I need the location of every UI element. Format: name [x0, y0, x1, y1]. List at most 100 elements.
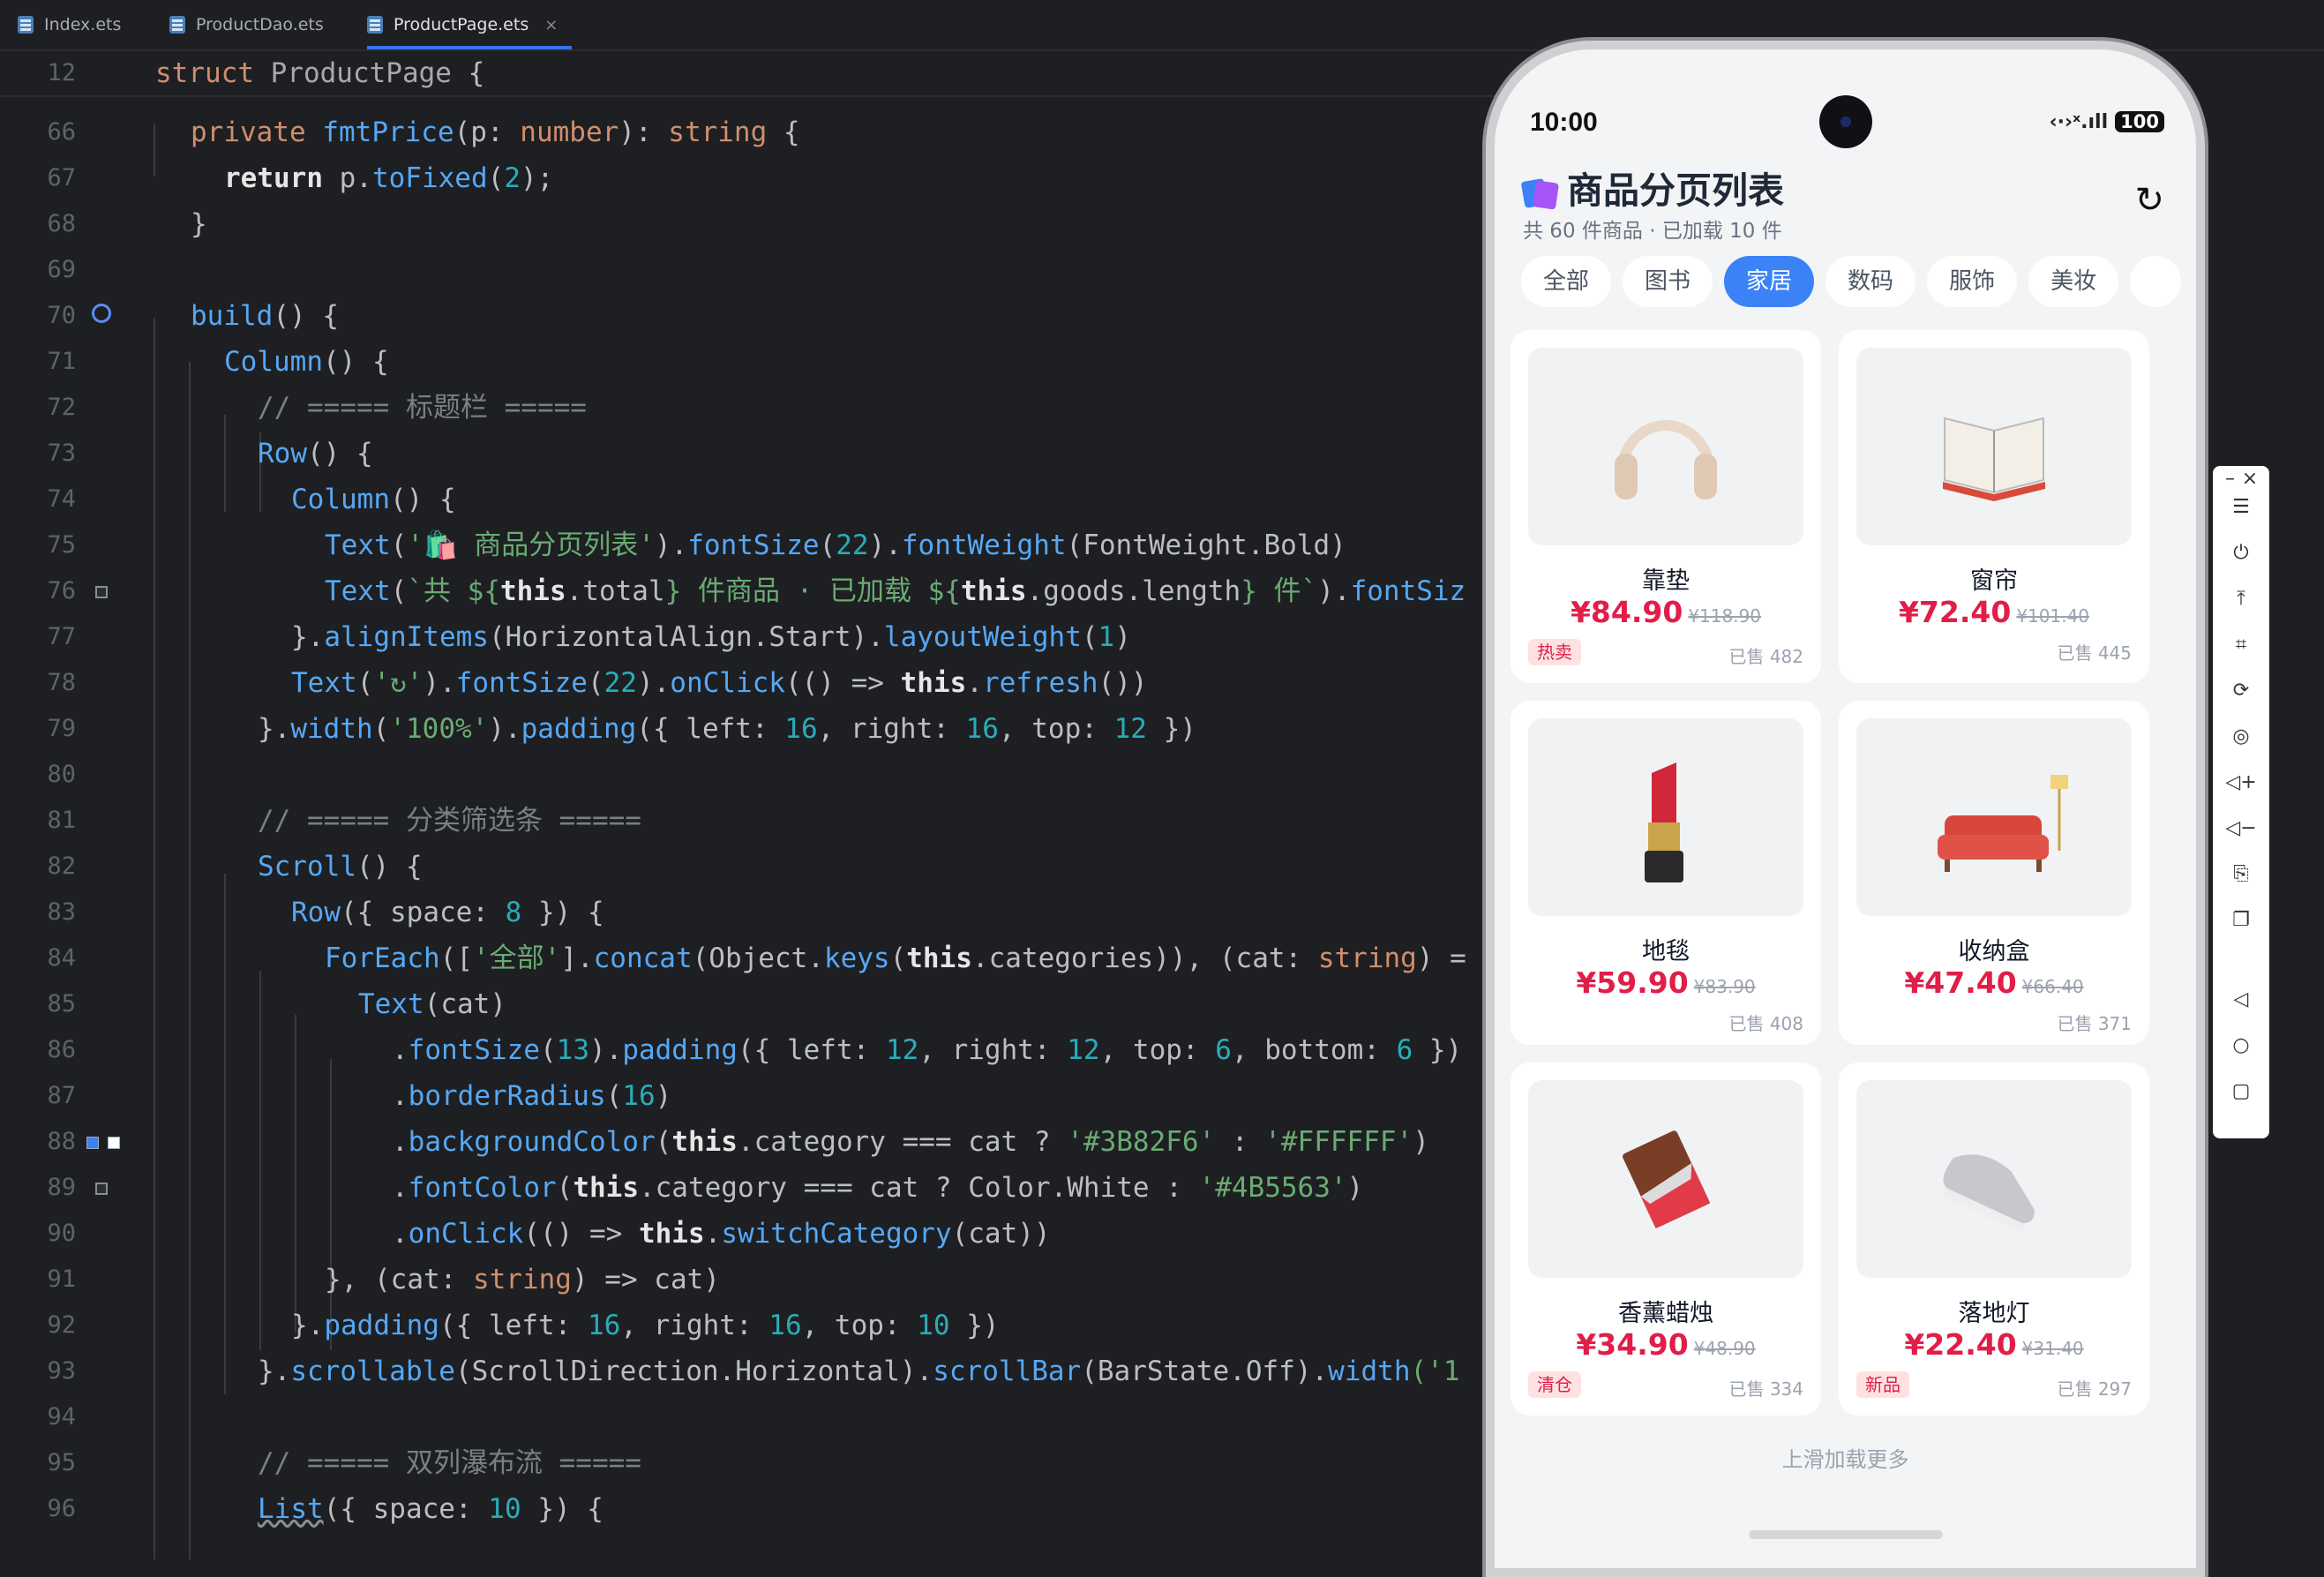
override-gutter-icon[interactable] — [92, 304, 111, 323]
color-swatch-gray[interactable] — [95, 1183, 108, 1195]
code-line: 76 Text(`共 ${this.total} 件商品 · 已加载 ${thi… — [47, 575, 1466, 607]
product-price: ¥84.90 ¥118.90 — [1570, 595, 1762, 629]
code-line: 82 Scroll() { — [47, 851, 423, 882]
product-price: ¥34.90 ¥48.90 — [1576, 1327, 1756, 1362]
close-tab-icon[interactable]: × — [544, 16, 558, 34]
recents-icon[interactable]: ▢ — [2213, 1080, 2269, 1102]
file-icon — [367, 16, 383, 34]
sneaker-icon — [1941, 1154, 2035, 1233]
code-line: 95 // ===== 双列瀑布流 ===== — [47, 1447, 641, 1479]
page-subtitle: 共 60 件商品 · 已加载 10 件 — [1523, 220, 1782, 243]
code-line: 66 private fmtPrice(p: number): string { — [47, 116, 800, 148]
code-line: 72 // ===== 标题栏 ===== — [47, 392, 587, 424]
category-chip-active[interactable]: 家居 — [1724, 256, 1815, 307]
home-icon[interactable]: ○ — [2213, 1034, 2269, 1056]
original-price: ¥31.40 — [2021, 1338, 2084, 1359]
code-line: 81 // ===== 分类筛选条 ===== — [47, 805, 641, 837]
shopping-bag-icon — [1521, 171, 1558, 208]
location-icon[interactable]: ◎ — [2213, 725, 2269, 747]
back-icon[interactable]: ◁ — [2213, 988, 2269, 1010]
category-chip[interactable]: 图书 — [1623, 256, 1713, 307]
code-line: 87 .borderRadius(16) — [47, 1080, 672, 1112]
sofa-icon — [1938, 775, 2068, 872]
product-tag: 新品 — [1856, 1371, 1909, 1398]
sticky-scope-line: 12 struct ProductPage { — [0, 51, 1500, 97]
home-indicator[interactable] — [1749, 1530, 1943, 1539]
load-more-hint: 上滑加载更多 — [1781, 1447, 1909, 1472]
book-icon — [1943, 417, 2045, 501]
code-line: 83 Row({ space: 8 }) { — [47, 897, 604, 928]
product-card[interactable]: 落地灯 ¥22.40 ¥31.40 新品 已售 297 — [1839, 1063, 2149, 1416]
emulator-toolbar: – × ☰ ⏻ ⤒ ⌗ ⟳ ◎ ◁+ ◁− ⎘ ❐ ◁ ○ ▢ — [2213, 466, 2269, 1138]
product-price: ¥47.40 ¥66.40 — [1904, 965, 2084, 1000]
code-line: 77 }.alignItems(HorizontalAlign.Start).l… — [47, 621, 1131, 653]
product-card[interactable]: 收纳盒 ¥47.40 ¥66.40 已售 371 — [1839, 701, 2149, 1045]
product-tag: 热卖 — [1528, 639, 1581, 665]
sold-count: 已售 408 — [1728, 1013, 1803, 1034]
active-tab-indicator — [367, 46, 573, 49]
code-line: 80 — [47, 761, 76, 788]
original-price: ¥118.90 — [1688, 605, 1762, 627]
chocolate-icon — [1623, 1130, 1711, 1229]
rotate-icon[interactable]: ⟳ — [2213, 680, 2269, 702]
upload-icon[interactable]: ⤒ — [2213, 588, 2269, 610]
product-card[interactable]: 香薰蜡烛 ¥34.90 ¥48.90 清仓 已售 334 — [1511, 1063, 1821, 1416]
product-card[interactable]: 地毯 ¥59.90 ¥83.90 已售 408 — [1511, 701, 1821, 1045]
gutter-marker[interactable] — [95, 586, 108, 598]
category-chip[interactable]: 全部 — [1521, 256, 1612, 307]
category-chip[interactable] — [2130, 256, 2182, 307]
code-line: 74 Column() { — [47, 484, 456, 515]
product-price: ¥22.40 ¥31.40 — [1904, 1327, 2084, 1362]
code-line: 93 }.scrollable(ScrollDirection.Horizont… — [47, 1355, 1460, 1387]
screenshot-icon[interactable]: ⎘ — [2213, 863, 2269, 885]
original-price: ¥48.90 — [1693, 1338, 1756, 1359]
file-icon — [18, 16, 34, 34]
crop-icon[interactable]: ⌗ — [2213, 634, 2269, 656]
menu-icon[interactable]: ☰ — [2213, 496, 2269, 518]
code-line: 73 Row() { — [47, 438, 373, 469]
product-name: 靠垫 — [1642, 567, 1690, 595]
category-chip[interactable]: 美妆 — [2028, 256, 2119, 307]
volume-down-icon[interactable]: ◁− — [2213, 817, 2269, 839]
code-line: 67 return p.toFixed(2); — [47, 162, 554, 194]
code-line: 68 } — [47, 208, 207, 240]
close-icon[interactable]: × — [2232, 468, 2268, 490]
product-name: 窗帘 — [1970, 567, 2018, 595]
category-chip[interactable]: 数码 — [1825, 256, 1916, 307]
original-price: ¥83.90 — [1693, 976, 1756, 997]
code-line: 92 }.padding({ left: 16, right: 16, top:… — [47, 1310, 1000, 1341]
product-image — [1528, 718, 1803, 916]
line-number: 12 — [47, 59, 76, 86]
code-editor[interactable]: 66 private fmtPrice(p: number): string {… — [0, 97, 1500, 1559]
sold-count: 已售 371 — [2057, 1013, 2132, 1034]
code-line: 78 Text('↻').fontSize(22).onClick(() => … — [47, 667, 1148, 699]
color-swatch-white[interactable] — [108, 1137, 120, 1149]
signal-icon: ‹·›ˣ.ıll — [2049, 111, 2109, 133]
tab-productdao-ets[interactable]: ProductDao.ets — [169, 0, 324, 49]
product-image — [1856, 1080, 2132, 1278]
category-filter-bar[interactable]: 全部 图书 家居 数码 服饰 美妆 — [1521, 256, 2192, 309]
product-card[interactable]: 靠垫 ¥84.90 ¥118.90 热卖 已售 482 — [1511, 330, 1821, 683]
product-card[interactable]: 窗帘 ¥72.40 ¥101.40 已售 445 — [1839, 330, 2149, 683]
headphones-icon — [1615, 420, 1717, 499]
copy-icon[interactable]: ❐ — [2213, 909, 2269, 931]
tab-label: ProductPage.ets — [394, 15, 529, 34]
color-swatch-blue[interactable] — [86, 1137, 99, 1149]
code-text: struct ProductPage { — [155, 57, 485, 89]
product-price: ¥59.90 ¥83.90 — [1576, 965, 1756, 1000]
category-chip[interactable]: 服饰 — [1927, 256, 2018, 307]
product-tag: 清仓 — [1528, 1371, 1581, 1398]
original-price: ¥101.40 — [2016, 605, 2090, 627]
code-line: 88 .backgroundColor(this.category === ca… — [47, 1126, 1429, 1158]
power-icon[interactable]: ⏻ — [2213, 542, 2269, 564]
code-line: 90 .onClick(() => this.switchCategory(ca… — [47, 1218, 1051, 1250]
status-icons: ‹·›ˣ.ıll 100 — [2050, 111, 2164, 133]
tab-index-ets[interactable]: Index.ets — [18, 0, 121, 49]
refresh-button[interactable]: ↻ — [2134, 180, 2164, 221]
device-emulator[interactable]: 10:00 ‹·›ˣ.ıll 100 商品分页列表 共 60 件商品 · 已加载 … — [1486, 41, 2205, 1577]
volume-up-icon[interactable]: ◁+ — [2213, 771, 2269, 793]
code-line: 94 — [47, 1403, 76, 1431]
tab-productpage-ets[interactable]: ProductPage.ets × — [367, 0, 573, 49]
tab-label: ProductDao.ets — [196, 15, 324, 34]
sold-count: 已售 297 — [2057, 1378, 2132, 1400]
